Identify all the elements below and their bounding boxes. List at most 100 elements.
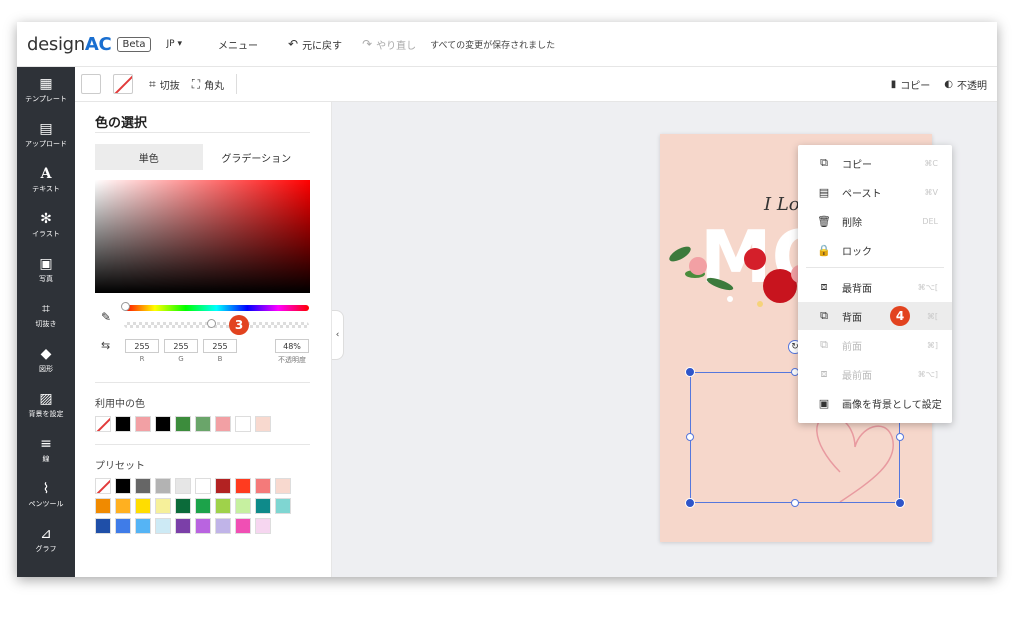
eyedropper-icon[interactable]: ✎ (101, 310, 111, 324)
preset-swatch[interactable] (195, 498, 211, 514)
resize-handle-mr[interactable] (896, 433, 904, 441)
menu-item-send-backward[interactable]: ⧉ 背面 ⌘[ (798, 302, 952, 330)
copy-button[interactable]: ▮ コピー (891, 77, 931, 92)
opacity-slider[interactable] (124, 322, 309, 328)
lock-icon: 🔒 (817, 243, 831, 257)
opacity-icon: ◐ (944, 79, 953, 90)
menu-item-lock[interactable]: 🔒 ロック (798, 236, 952, 264)
preset-swatch[interactable] (215, 498, 231, 514)
sidebar-item-photo[interactable]: ▣ 写真 (17, 247, 75, 292)
sidebar-item-background[interactable]: ▨ 背景を設定 (17, 382, 75, 427)
photo-icon: ▣ (39, 255, 53, 272)
sidebar-item-shape[interactable]: ◆ 図形 (17, 337, 75, 382)
preset-swatch[interactable] (255, 498, 271, 514)
resize-handle-tl[interactable] (685, 367, 695, 377)
sidebar-item-template[interactable]: ▦ テンプレート (17, 67, 75, 112)
sidebar: ▦ テンプレート ▤ アップロード A テキスト ✻ イラスト ▣ 写真 ⌗ 切抜き ◆ 図形… (17, 67, 75, 577)
preset-swatch[interactable] (115, 518, 131, 534)
crop-button[interactable]: ⌗ 切抜 (149, 77, 180, 92)
preset-swatch[interactable] (175, 498, 191, 514)
g-field[interactable]: 255 (164, 339, 198, 353)
preset-swatch[interactable] (275, 478, 291, 494)
color-swatch[interactable] (255, 416, 271, 432)
sidebar-item-illust[interactable]: ✻ イラスト (17, 202, 75, 247)
sidebar-item-graph[interactable]: ⊿ グラフ (17, 517, 75, 562)
toolbar-divider (236, 74, 238, 94)
menu-button[interactable]: メニュー (218, 37, 258, 52)
preset-swatch[interactable] (235, 478, 251, 494)
saturation-picker[interactable] (95, 180, 310, 293)
preset-swatch[interactable] (95, 478, 111, 494)
preset-swatch[interactable] (255, 478, 271, 494)
tab-solid[interactable]: 単色 (95, 144, 203, 170)
sidebar-item-crop[interactable]: ⌗ 切抜き (17, 292, 75, 337)
color-swatch[interactable] (95, 416, 111, 432)
color-swatch[interactable] (235, 416, 251, 432)
color-swatch[interactable] (135, 416, 151, 432)
opacity-button[interactable]: ◐ 不透明 (944, 77, 987, 92)
preset-swatch[interactable] (235, 498, 251, 514)
preset-swatch[interactable] (135, 498, 151, 514)
menu-item-bring-forward[interactable]: ⧉ 前面 ⌘] (798, 331, 952, 359)
preset-swatch[interactable] (275, 498, 291, 514)
sidebar-item-pen[interactable]: ⌇ ペンツール (17, 472, 75, 517)
preset-swatch[interactable] (115, 478, 131, 494)
menu-item-image[interactable]: ▣ 画像を背景として設定 (798, 389, 952, 417)
color-swatch[interactable] (215, 416, 231, 432)
divider (95, 444, 310, 445)
sidebar-item-text[interactable]: A テキスト (17, 157, 75, 202)
tab-gradient[interactable]: グラデーション (203, 144, 311, 170)
opacity-field[interactable]: 48% (275, 339, 309, 353)
preset-swatch[interactable] (155, 478, 171, 494)
swap-icon[interactable]: ⇆ (101, 339, 110, 352)
resize-handle-bl[interactable] (685, 498, 695, 508)
resize-handle-ml[interactable] (686, 433, 694, 441)
preset-swatch[interactable] (135, 478, 151, 494)
resize-handle-bc[interactable] (791, 499, 799, 507)
undo-button[interactable]: ↶ 元に戻す (288, 37, 342, 52)
preset-swatch[interactable] (155, 498, 171, 514)
preset-swatch[interactable] (95, 498, 111, 514)
menu-item-label: 最前面 (842, 370, 872, 382)
menu-item-copy[interactable]: ⧉ コピー ⌘C (798, 149, 952, 177)
language-select[interactable]: JP ▾ (167, 39, 182, 49)
round-corner-button[interactable]: ⛶ 角丸 (192, 77, 224, 92)
menu-item-send-to-back[interactable]: ⧈ 最背面 ⌘⌥[ (798, 273, 952, 301)
menu-item-trash[interactable]: 🗑 削除 DEL (798, 207, 952, 235)
preset-swatch[interactable] (235, 518, 251, 534)
color-swatch[interactable] (115, 416, 131, 432)
preset-swatch[interactable] (215, 478, 231, 494)
resize-handle-br[interactable] (895, 498, 905, 508)
color-swatch[interactable] (195, 416, 211, 432)
stroke-color-button[interactable] (113, 74, 133, 94)
preset-swatch[interactable] (175, 478, 191, 494)
g-label: G (178, 355, 184, 363)
opacity-slider-handle[interactable] (207, 319, 216, 328)
hue-slider[interactable] (124, 305, 309, 311)
b-field[interactable]: 255 (203, 339, 237, 353)
preset-swatch[interactable] (215, 518, 231, 534)
hue-slider-handle[interactable] (121, 302, 130, 311)
preset-swatch[interactable] (195, 518, 211, 534)
preset-swatch[interactable] (115, 498, 131, 514)
sidebar-item-upload[interactable]: ▤ アップロード (17, 112, 75, 157)
image-icon: ▣ (818, 396, 830, 410)
r-field[interactable]: 255 (125, 339, 159, 353)
redo-button[interactable]: ↷ やり直し (362, 37, 416, 52)
color-swatch[interactable] (155, 416, 171, 432)
menu-item-label: ロック (842, 246, 872, 258)
menu-item-label: 背面 (842, 312, 862, 324)
preset-swatch[interactable] (155, 518, 171, 534)
menu-item-bring-to-front[interactable]: ⧈ 最前面 ⌘⌥] (798, 360, 952, 388)
collapse-panel-button[interactable]: ‹ (332, 310, 344, 360)
sidebar-item-line[interactable]: ≡ 線 (17, 427, 75, 472)
fill-color-button[interactable] (81, 74, 101, 94)
preset-swatch[interactable] (195, 478, 211, 494)
preset-swatch[interactable] (135, 518, 151, 534)
preset-swatch[interactable] (95, 518, 111, 534)
menu-item-paste[interactable]: ▤ ペースト ⌘V (798, 178, 952, 206)
logo[interactable]: designAC (27, 34, 112, 55)
preset-swatch[interactable] (255, 518, 271, 534)
color-swatch[interactable] (175, 416, 191, 432)
preset-swatch[interactable] (175, 518, 191, 534)
